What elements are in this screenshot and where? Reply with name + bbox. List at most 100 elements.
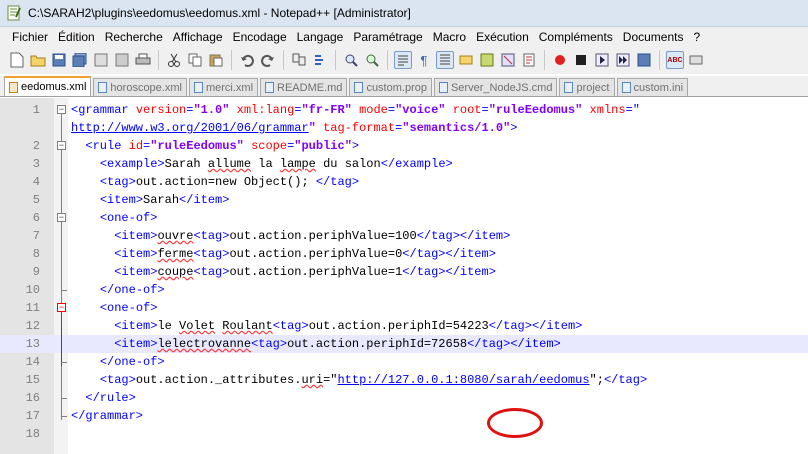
menu-item-9[interactable]: Compléments xyxy=(535,30,619,44)
menu-item-0[interactable]: Fichier xyxy=(8,30,54,44)
toolbar-separator xyxy=(283,50,284,70)
menu-item-6[interactable]: Paramétrage xyxy=(349,30,428,44)
code-line[interactable]: 13 <item>lelectrovanne<tag>out.action.pe… xyxy=(0,335,808,353)
menu-item-1[interactable]: Édition xyxy=(54,30,101,44)
tab-2[interactable]: merci.xml xyxy=(188,78,259,96)
fold-toggle-icon[interactable]: − xyxy=(57,213,66,222)
code-text: <item>lelectrovanne<tag>out.action.perip… xyxy=(71,335,561,353)
red-circle-annotation xyxy=(487,408,543,438)
menu-item-8[interactable]: Exécution xyxy=(472,30,535,44)
code-line[interactable]: 14 </one-of> xyxy=(0,353,808,371)
code-line[interactable]: 11 <one-of> xyxy=(0,299,808,317)
tab-4[interactable]: custom.prop xyxy=(349,78,432,96)
code-line[interactable]: 12 <item>le Volet Roulant<tag>out.action… xyxy=(0,317,808,335)
code-line[interactable]: http://www.w3.org/2001/06/grammar" tag-f… xyxy=(0,119,808,137)
fold-toggle-icon[interactable]: − xyxy=(57,141,66,150)
tab-1[interactable]: horoscope.xml xyxy=(93,78,187,96)
token-sq: allume xyxy=(207,157,252,171)
find-icon[interactable] xyxy=(290,51,308,69)
cut-icon[interactable] xyxy=(165,51,183,69)
word-wrap-icon[interactable]: ¶ xyxy=(415,51,433,69)
save-icon[interactable] xyxy=(50,51,68,69)
fold-toggle-icon[interactable]: − xyxy=(57,303,66,312)
token-url: http://www.w3.org/2001/06/grammar xyxy=(71,121,309,135)
zoom-out-icon[interactable] xyxy=(363,51,381,69)
tab-7[interactable]: custom.ini xyxy=(616,78,689,96)
menu-item-4[interactable]: Encodage xyxy=(229,30,293,44)
fold-toggle-icon[interactable]: − xyxy=(57,105,66,114)
save-all-icon[interactable] xyxy=(71,51,89,69)
token-url: http://127.0.0.1:8080/sarah/eedomus xyxy=(337,373,590,387)
menu-item-3[interactable]: Affichage xyxy=(169,30,229,44)
file-icon xyxy=(621,82,631,93)
code-line[interactable]: 16 </rule> xyxy=(0,389,808,407)
token-val: "1.0" xyxy=(193,103,237,117)
new-file-icon[interactable] xyxy=(8,51,26,69)
function-list-icon[interactable] xyxy=(520,51,538,69)
fold-end-mark xyxy=(61,290,67,291)
code-line[interactable]: 8 <item>ferme<tag>out.action.periphValue… xyxy=(0,245,808,263)
menu-item-5[interactable]: Langage xyxy=(293,30,350,44)
tab-0[interactable]: eedomus.xml xyxy=(4,76,92,96)
token-attr: xml:lang xyxy=(236,103,295,117)
menu-item-10[interactable]: Documents xyxy=(619,30,690,44)
token-attr: version xyxy=(135,103,187,117)
token-val: "public" xyxy=(294,139,352,153)
file-icon xyxy=(354,82,364,93)
code-line[interactable]: 3 <example>Sarah allume la lampe du salo… xyxy=(0,155,808,173)
code-line[interactable]: 5 <item>Sarah</item> xyxy=(0,191,808,209)
code-line[interactable]: 10 </one-of> xyxy=(0,281,808,299)
paste-icon[interactable] xyxy=(207,51,225,69)
line-number: 18 xyxy=(25,427,40,441)
undo-icon[interactable] xyxy=(238,51,256,69)
run-macro-multiple-icon[interactable] xyxy=(614,51,632,69)
code-line[interactable]: 6 <one-of> xyxy=(0,209,808,227)
print-icon[interactable] xyxy=(134,51,152,69)
open-file-icon[interactable] xyxy=(29,51,47,69)
redo-icon[interactable] xyxy=(259,51,277,69)
tab-5[interactable]: Server_NodeJS.cmd xyxy=(433,78,558,96)
token-tag: <item> xyxy=(114,247,158,261)
zoom-in-icon[interactable] xyxy=(342,51,360,69)
token-tag: <tag> xyxy=(99,373,136,387)
play-macro-icon[interactable] xyxy=(593,51,611,69)
tab-6[interactable]: project xyxy=(559,78,615,96)
copy-icon[interactable] xyxy=(186,51,204,69)
editor-area[interactable]: 1 <grammar version = "1.0" xml:lang = "fr-FR"… xyxy=(0,98,808,454)
save-macro-icon[interactable] xyxy=(635,51,653,69)
token-sq: ouvre xyxy=(157,229,194,243)
line-number: 14 xyxy=(25,355,40,369)
indent-guide-icon[interactable] xyxy=(457,51,475,69)
code-line[interactable]: 4 <tag>out.action=new Object(); </tag> xyxy=(0,173,808,191)
tab-3[interactable]: README.md xyxy=(260,78,348,96)
line-number: 2 xyxy=(32,139,40,153)
document-map-icon[interactable] xyxy=(499,51,517,69)
token-tag: <tag> xyxy=(193,229,230,243)
language-icon[interactable] xyxy=(478,51,496,69)
code-line[interactable]: 9 <item>coupe<tag>out.action.periphValue… xyxy=(0,263,808,281)
record-macro-icon[interactable] xyxy=(551,51,569,69)
tab-label: horoscope.xml xyxy=(110,81,182,94)
code-line[interactable]: 7 <item>ouvre<tag>out.action.periphValue… xyxy=(0,227,808,245)
code-line[interactable]: 1 <grammar version = "1.0" xml:lang = "fr-FR"… xyxy=(0,101,808,119)
show-all-chars-icon[interactable] xyxy=(436,51,454,69)
code-line[interactable]: 15 <tag>out.action._attributes.uri="http… xyxy=(0,371,808,389)
code-line[interactable]: 2 <rule id="ruleEedomus" scope="public"> xyxy=(0,137,808,155)
stop-macro-icon[interactable] xyxy=(572,51,590,69)
sync-scroll-icon[interactable] xyxy=(394,51,412,69)
spell-check-next-icon[interactable] xyxy=(687,51,705,69)
close-file-icon[interactable] xyxy=(92,51,110,69)
spell-check-icon[interactable]: ABC xyxy=(666,51,684,69)
close-all-icon[interactable] xyxy=(113,51,131,69)
menu-item-7[interactable]: Macro xyxy=(429,30,472,44)
menu-item-11[interactable]: ? xyxy=(690,30,707,44)
code-line[interactable]: 18 xyxy=(0,425,808,443)
code-line[interactable]: 17 </grammar> xyxy=(0,407,808,425)
replace-icon[interactable] xyxy=(311,51,329,69)
menu-item-2[interactable]: Recherche xyxy=(101,30,169,44)
